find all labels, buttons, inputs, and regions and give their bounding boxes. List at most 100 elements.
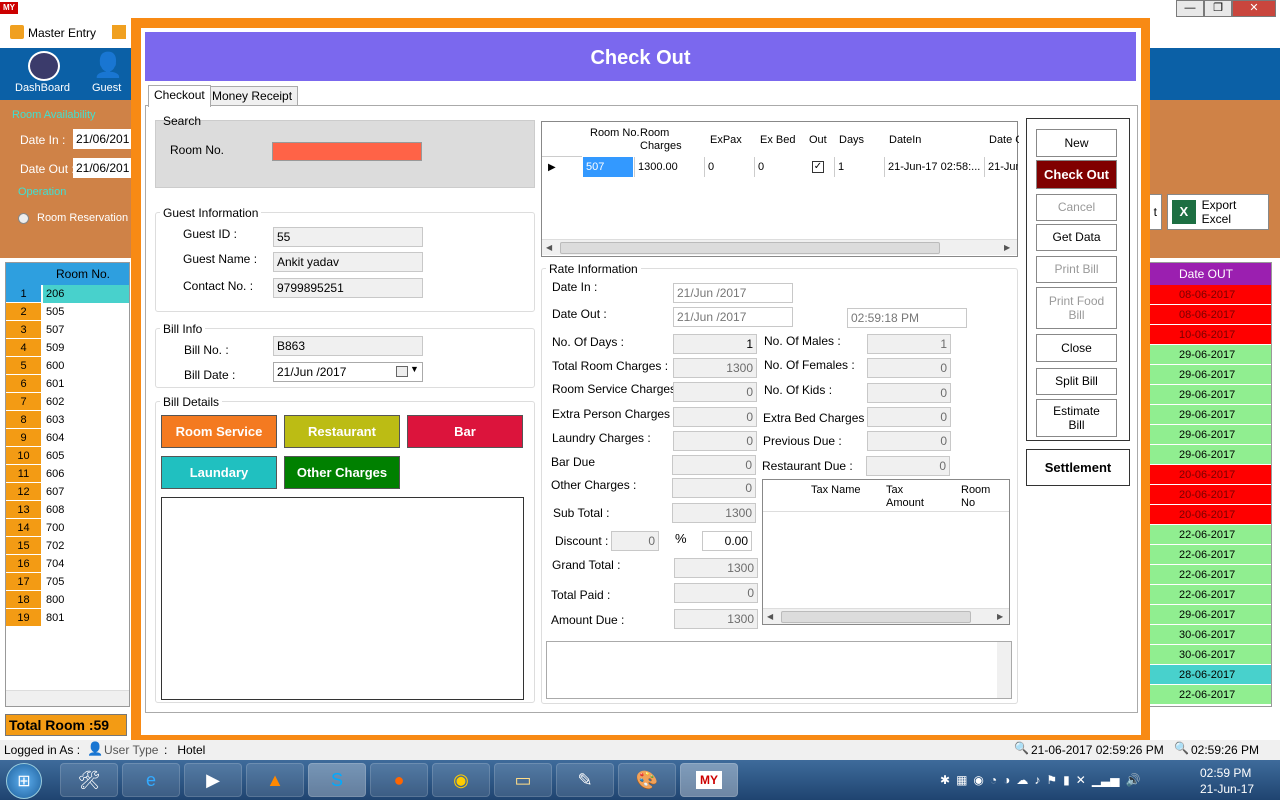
tray-icon-2[interactable]: ▦ xyxy=(956,773,967,787)
taskbar-notes-icon[interactable]: ✎ xyxy=(556,763,614,797)
date-out-field[interactable]: 21/06/201 xyxy=(73,158,131,178)
room-number[interactable]: 606 xyxy=(43,465,129,483)
table-row[interactable]: 29-06-2017 xyxy=(1149,385,1271,405)
scroll-left-icon[interactable]: ◀ xyxy=(546,243,552,252)
taskbar-media-icon[interactable]: ▶ xyxy=(184,763,242,797)
room-number[interactable]: 605 xyxy=(43,447,129,465)
minimize-button[interactable]: — xyxy=(1176,0,1204,17)
table-row[interactable]: 8 603 xyxy=(6,411,129,429)
room-grid-scrollbar[interactable]: ◀ ▶ xyxy=(542,239,1017,255)
table-row[interactable]: 29-06-2017 xyxy=(1149,605,1271,625)
menu-list-icon[interactable] xyxy=(112,25,126,39)
tab-money-receipt[interactable]: Money Receipt xyxy=(206,86,299,107)
table-row[interactable]: 28-06-2017 xyxy=(1149,665,1271,685)
cell-date-out[interactable]: 21-Jun xyxy=(984,157,1018,177)
settlement-button[interactable]: Settlement xyxy=(1026,449,1130,486)
tray-icon-4[interactable]: ◔ xyxy=(990,773,997,787)
rate-time-out-picker[interactable]: 02:59:18 PM xyxy=(847,308,967,328)
previous-due-field[interactable]: 0 xyxy=(867,431,951,451)
tray-icon-9[interactable]: ▮ xyxy=(1063,773,1070,787)
tray-icon-10[interactable]: ✕ xyxy=(1076,773,1086,787)
amount-due-field[interactable]: 1300 xyxy=(674,609,758,629)
table-row[interactable]: 29-06-2017 xyxy=(1149,345,1271,365)
room-charges-field[interactable]: 1300 xyxy=(673,358,757,378)
table-row[interactable]: 08-06-2017 xyxy=(1149,305,1271,325)
col-date-out[interactable]: Date O xyxy=(989,134,1019,147)
cell-out-checkbox[interactable]: ✓ xyxy=(812,161,824,173)
table-row[interactable]: 10 605 xyxy=(6,447,129,465)
calendar-icon[interactable] xyxy=(396,366,408,377)
tray-icon-6[interactable]: ☁ xyxy=(1016,773,1028,787)
table-row[interactable]: 22-06-2017 xyxy=(1149,585,1271,605)
table-row[interactable]: 4 509 xyxy=(6,339,129,357)
discount-field[interactable]: 0 xyxy=(611,531,659,551)
table-row[interactable]: 10-06-2017 xyxy=(1149,325,1271,345)
cancel-button[interactable]: Cancel xyxy=(1036,194,1117,221)
cell-date-in[interactable]: 21-Jun-17 02:58:... xyxy=(884,157,984,177)
bar-due-field[interactable]: 0 xyxy=(672,455,756,475)
males-field[interactable]: 1 xyxy=(867,334,951,354)
table-row[interactable]: 29-06-2017 xyxy=(1149,445,1271,465)
col-tax-amount[interactable]: Tax Amount xyxy=(886,484,936,510)
table-row[interactable]: 13 608 xyxy=(6,501,129,519)
volume-icon[interactable]: 🔊 xyxy=(1126,773,1141,787)
room-reservation-label[interactable]: Room Reservation xyxy=(37,212,128,224)
restaurant-button[interactable]: Restaurant xyxy=(284,415,400,448)
table-row[interactable]: 08-06-2017 xyxy=(1149,285,1271,305)
new-button[interactable]: New xyxy=(1036,129,1117,157)
taskbar-tools-icon[interactable]: 🛠 xyxy=(60,763,118,797)
cell-days[interactable]: 1 xyxy=(834,157,884,177)
room-service-charges-field[interactable]: 0 xyxy=(673,382,757,402)
col-room-no[interactable]: Room No. xyxy=(590,127,640,140)
taskbar-paint-icon[interactable]: 🎨 xyxy=(618,763,676,797)
cell-room-charges[interactable]: 1300.00 xyxy=(634,157,704,177)
grand-total-field[interactable]: 1300 xyxy=(674,558,758,578)
discount-percent-field[interactable]: 0.00 xyxy=(702,531,752,551)
room-number[interactable]: 607 xyxy=(43,483,129,501)
tray-icon-1[interactable]: ✱ xyxy=(940,773,950,787)
table-row[interactable]: 18 800 xyxy=(6,591,129,609)
table-row[interactable]: 15 702 xyxy=(6,537,129,555)
table-row[interactable]: 22-06-2017 xyxy=(1149,685,1271,705)
table-row[interactable]: 2 505 xyxy=(6,303,129,321)
remarks-scrollbar[interactable] xyxy=(997,642,1011,698)
tray-icon-3[interactable]: ◉ xyxy=(973,773,983,787)
bill-details-list[interactable] xyxy=(161,497,524,700)
laundry-button[interactable]: Laundary xyxy=(161,456,277,489)
dashboard-label[interactable]: DashBoard xyxy=(15,82,70,94)
sub-total-field[interactable]: 1300 xyxy=(672,503,756,523)
room-number[interactable]: 602 xyxy=(43,393,129,411)
close-window-button[interactable]: ✕ xyxy=(1232,0,1276,17)
room-number[interactable]: 603 xyxy=(43,411,129,429)
print-food-bill-button[interactable]: Print Food Bill xyxy=(1036,287,1117,329)
table-row[interactable]: 30-06-2017 xyxy=(1149,645,1271,665)
table-row[interactable]: 14 700 xyxy=(6,519,129,537)
cell-expax[interactable]: 0 xyxy=(704,157,754,177)
col-days[interactable]: Days xyxy=(839,134,864,147)
bar-button[interactable]: Bar xyxy=(407,415,523,448)
estimate-bill-button[interactable]: Estimate Bill xyxy=(1036,399,1117,437)
females-field[interactable]: 0 xyxy=(867,358,951,378)
table-row[interactable]: 22-06-2017 xyxy=(1149,565,1271,585)
laundry-charges-field[interactable]: 0 xyxy=(673,431,757,451)
table-row[interactable]: 3 507 xyxy=(6,321,129,339)
days-field[interactable]: 1 xyxy=(673,334,757,354)
table-row[interactable]: 20-06-2017 xyxy=(1149,485,1271,505)
table-row[interactable]: 22-06-2017 xyxy=(1149,545,1271,565)
room-number[interactable]: 507 xyxy=(43,321,129,339)
taskbar-chrome-icon[interactable]: ◉ xyxy=(432,763,490,797)
col-out[interactable]: Out xyxy=(809,134,827,147)
kids-field[interactable]: 0 xyxy=(867,383,951,403)
table-row[interactable]: 29-06-2017 xyxy=(1149,365,1271,385)
room-number[interactable]: 604 xyxy=(43,429,129,447)
contact-field[interactable]: 9799895251 xyxy=(273,278,423,298)
print-bill-button[interactable]: Print Bill xyxy=(1036,256,1117,283)
scroll-thumb[interactable] xyxy=(560,242,940,254)
table-row[interactable]: 7 602 xyxy=(6,393,129,411)
grid-row-selector[interactable]: ▶ xyxy=(542,156,582,178)
room-number[interactable]: 801 xyxy=(43,609,129,627)
table-row[interactable]: 17 705 xyxy=(6,573,129,591)
room-list-scrollbar[interactable] xyxy=(6,690,129,706)
col-date-in[interactable]: DateIn xyxy=(889,134,921,147)
date-in-field[interactable]: 21/06/201 xyxy=(73,129,131,149)
